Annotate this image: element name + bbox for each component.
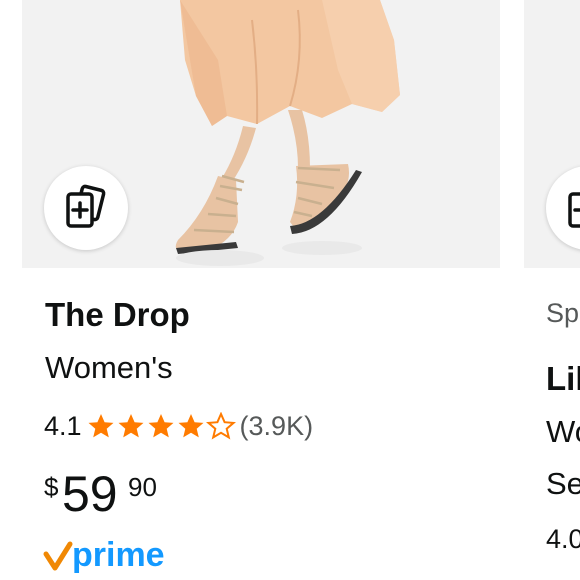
- rating-value: 4.1: [44, 410, 82, 441]
- product-title-next[interactable]: Wo: [546, 414, 580, 450]
- product-title[interactable]: Women's: [45, 350, 173, 386]
- carousel-gutter: [0, 0, 22, 580]
- rating-row[interactable]: 4.1 (3.9K): [44, 408, 313, 444]
- product-title-next-line[interactable]: Se: [546, 466, 580, 502]
- price-whole: 59: [62, 466, 118, 522]
- star-filled-icon: [118, 414, 144, 438]
- price-fraction: 90: [128, 472, 157, 502]
- prime-label: prime: [72, 536, 165, 574]
- compare-button[interactable]: [44, 166, 128, 250]
- sponsored-label: Spo: [546, 298, 580, 328]
- rating-value-next: 4.0: [546, 524, 580, 554]
- product-card[interactable]: The Drop Women's 4.1 (3.9K) $ 59 90 prim…: [22, 0, 500, 580]
- review-count[interactable]: (3.9K): [240, 411, 314, 442]
- product-brand[interactable]: The Drop: [45, 296, 190, 334]
- star-rating: [86, 412, 236, 440]
- compare-cards-icon: [66, 184, 106, 228]
- star-filled-icon: [148, 414, 174, 438]
- product-card-next[interactable]: Spo Lil Wo Se 4.0: [524, 0, 580, 580]
- product-brand-next[interactable]: Lil: [546, 360, 580, 398]
- star-filled-icon: [178, 414, 204, 438]
- price-symbol: $: [44, 472, 59, 502]
- prime-badge: prime: [43, 536, 165, 574]
- star-filled-icon: [88, 414, 114, 438]
- star-empty-icon: [205, 412, 236, 440]
- card-separator: [500, 0, 524, 580]
- compare-cards-icon: [568, 184, 580, 228]
